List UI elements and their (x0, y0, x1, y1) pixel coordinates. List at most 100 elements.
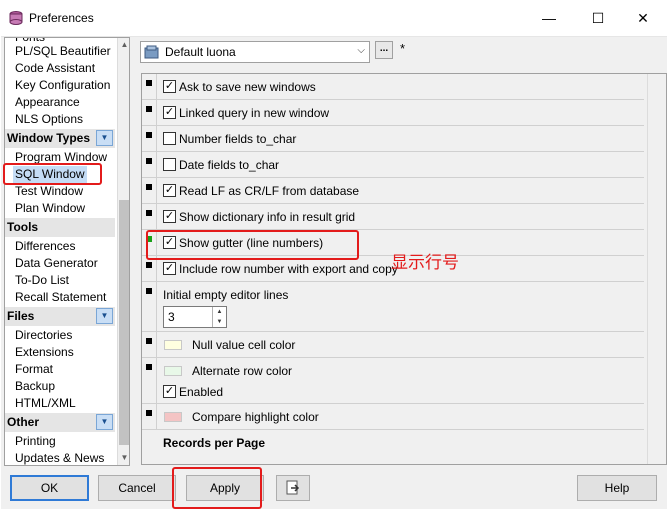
nav-item-key-configuration[interactable]: Key Configuration (15, 77, 110, 94)
row-marker (146, 210, 152, 216)
profile-icon (144, 45, 159, 59)
scroll-down-icon[interactable]: ▼ (118, 451, 129, 465)
option-row: Number fields to_char (142, 126, 644, 152)
nav-item-appearance[interactable]: Appearance (15, 94, 80, 111)
alt-row-enabled-label: Enabled (179, 385, 224, 399)
profile-options-button[interactable]: ... (375, 41, 393, 59)
maximize-button[interactable]: ☐ (586, 6, 610, 30)
options-scrollbar[interactable] (647, 74, 666, 464)
compare-color-label: Compare highlight color (192, 410, 319, 424)
row-marker (146, 262, 152, 268)
help-button[interactable]: Help (577, 475, 657, 501)
nav-item-data-generator[interactable]: Data Generator (15, 255, 98, 272)
nav-group-label: Files (7, 309, 35, 323)
apply-button[interactable]: Apply (186, 475, 264, 501)
preferences-nav: Fonts PL/SQL Beautifier Code Assistant K… (4, 37, 130, 466)
row-marker (146, 338, 152, 344)
option-row: Date fields to_char (142, 152, 644, 178)
dialog-client: Fonts PL/SQL Beautifier Code Assistant K… (1, 36, 667, 509)
read-lf-checkbox[interactable]: ✓ (163, 184, 176, 197)
nav-item-recall-statement[interactable]: Recall Statement (15, 289, 106, 306)
export-settings-button[interactable] (276, 475, 310, 501)
row-marker (146, 410, 152, 416)
number-to-char-checkbox[interactable] (163, 132, 176, 145)
row-marker (146, 364, 152, 370)
modified-indicator: * (400, 41, 406, 56)
include-rownum-checkbox[interactable]: ✓ (163, 262, 176, 275)
option-row: Null value cell color (142, 332, 644, 358)
nav-group-files[interactable]: Files ▼ (5, 307, 115, 326)
ask-save-label: Ask to save new windows (179, 80, 316, 94)
nav-item-printing[interactable]: Printing (15, 433, 56, 450)
title-bar: Preferences — ☐ ✕ (0, 0, 668, 36)
option-row: ✓ Ask to save new windows (142, 74, 644, 100)
nav-group-label: Window Types (7, 131, 91, 145)
nav-group-window-types[interactable]: Window Types ▼ (5, 129, 115, 148)
records-per-page-label: Records per Page (163, 436, 266, 450)
nav-item-code-assistant[interactable]: Code Assistant (15, 60, 95, 77)
profile-select[interactable]: Default luona ⌵ (140, 41, 370, 63)
nav-item-extensions[interactable]: Extensions (15, 344, 74, 361)
chevron-down-icon[interactable]: ⌵ (357, 45, 365, 56)
row-marker (146, 184, 152, 190)
alt-row-label: Alternate row color (192, 364, 293, 378)
nav-item-plan-window[interactable]: Plan Window (15, 200, 85, 217)
nav-group-label: Other (7, 415, 40, 429)
nav-item-directories[interactable]: Directories (15, 327, 72, 344)
dict-info-checkbox[interactable]: ✓ (163, 210, 176, 223)
option-row: ✓ Read LF as CR/LF from database (142, 178, 644, 204)
initial-lines-stepper[interactable]: 3 ▲ ▼ (163, 306, 227, 328)
nav-group-label: Tools (7, 220, 39, 234)
nav-item-updates-news[interactable]: Updates & News (15, 450, 104, 465)
number-to-char-label: Number fields to_char (179, 132, 297, 146)
include-rownum-label: Include row number with export and copy (179, 262, 398, 276)
linked-query-label: Linked query in new window (179, 106, 330, 120)
option-row: Initial empty editor lines 3 ▲ ▼ (142, 282, 644, 332)
scroll-up-icon[interactable]: ▲ (118, 38, 129, 52)
show-gutter-label: Show gutter (line numbers) (179, 236, 324, 250)
nav-scroll-thumb[interactable] (119, 200, 129, 445)
close-button[interactable]: ✕ (631, 6, 655, 30)
nav-item-plsql-beautifier[interactable]: PL/SQL Beautifier (15, 43, 111, 60)
nav-item-program-window[interactable]: Program Window (15, 149, 107, 166)
collapse-icon[interactable]: ▼ (96, 130, 113, 146)
compare-color-swatch[interactable] (164, 412, 182, 422)
nav-group-other[interactable]: Other ▼ (5, 413, 115, 432)
row-marker (146, 106, 152, 112)
nav-item-sql-window[interactable]: SQL Window (13, 166, 87, 183)
null-color-swatch[interactable] (164, 340, 182, 350)
nav-item-backup[interactable]: Backup (15, 378, 55, 395)
cancel-button[interactable]: Cancel (98, 475, 176, 501)
profile-value: Default luona (165, 45, 236, 59)
linked-query-checkbox[interactable]: ✓ (163, 106, 176, 119)
database-app-icon (9, 11, 23, 25)
row-marker (146, 80, 152, 86)
read-lf-label: Read LF as CR/LF from database (179, 184, 360, 198)
date-to-char-checkbox[interactable] (163, 158, 176, 171)
nav-item-test-window[interactable]: Test Window (15, 183, 83, 200)
collapse-icon[interactable]: ▼ (96, 308, 113, 324)
ask-save-checkbox[interactable]: ✓ (163, 80, 176, 93)
alt-row-swatch[interactable] (164, 366, 182, 376)
option-row: Alternate row color ✓ Enabled (142, 358, 644, 404)
initial-lines-label: Initial empty editor lines (163, 288, 289, 302)
option-row: Records per Page (142, 430, 644, 464)
nav-item-todo-list[interactable]: To-Do List (15, 272, 69, 289)
nav-scrollbar[interactable]: ▲ ▼ (117, 38, 129, 465)
minimize-button[interactable]: — (537, 6, 561, 30)
show-gutter-checkbox[interactable]: ✓ (163, 236, 176, 249)
alt-row-enabled-checkbox[interactable]: ✓ (163, 385, 176, 398)
option-row: Compare highlight color (142, 404, 644, 430)
nav-group-tools[interactable]: Tools (5, 218, 115, 237)
nav-item-html-xml[interactable]: HTML/XML (15, 395, 76, 412)
nav-item-format[interactable]: Format (15, 361, 53, 378)
export-icon (286, 480, 300, 495)
dict-info-label: Show dictionary info in result grid (179, 210, 356, 224)
collapse-icon[interactable]: ▼ (96, 414, 113, 430)
nav-item-nls-options[interactable]: NLS Options (15, 111, 83, 128)
row-marker (146, 288, 152, 294)
null-color-label: Null value cell color (192, 338, 296, 352)
stepper-arrows-icon[interactable]: ▲ ▼ (212, 307, 226, 327)
ok-button[interactable]: OK (10, 475, 89, 501)
nav-item-differences[interactable]: Differences (15, 238, 75, 255)
